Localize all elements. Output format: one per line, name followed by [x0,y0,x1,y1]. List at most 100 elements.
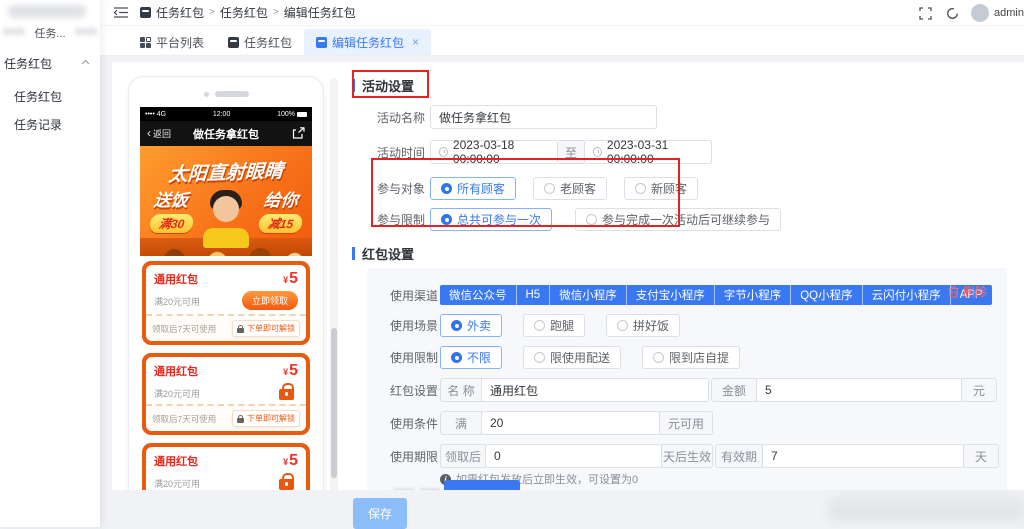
activity-name-label: 活动名称 [352,109,425,126]
radio-icon [451,320,462,331]
phone-screen: •••• 4G 12:00 100% 做任务拿红包 ‹ 返回 [140,107,312,490]
phone-preview: •••• 4G 12:00 100% 做任务拿红包 ‹ 返回 [128,76,324,490]
target-option-老顾客[interactable]: 老顾客 [533,177,607,200]
condition-input[interactable]: 20 [482,411,659,435]
breadcrumb: 任务红包>任务红包>编辑任务红包 [140,4,356,21]
preview-scrollbar[interactable] [330,78,338,490]
radio-icon [534,320,545,331]
tab-编辑任务红包[interactable]: 编辑任务红包× [304,29,431,55]
radio-icon [441,183,452,194]
fullscreen-icon[interactable] [919,7,932,20]
channel-button-QQ小程序[interactable]: QQ小程序 [791,285,862,305]
save-button[interactable]: 保存 [353,498,407,529]
channel-button-字节小程序[interactable]: 字节小程序 [715,285,792,305]
tab-任务红包[interactable]: 任务红包 [216,29,304,55]
radio-label: 外卖 [467,317,491,334]
channel-button-微信公众号[interactable]: 微信公众号 [440,285,517,305]
restrict-option-限使用配送[interactable]: 限使用配送 [523,346,621,369]
breadcrumb-item[interactable]: 编辑任务红包 [284,4,356,21]
restrict-option-限到店自提[interactable]: 限到店自提 [642,346,740,369]
limit-option-总共可参与一次[interactable]: 总共可参与一次 [430,208,552,231]
edit-form: 活动设置 活动名称 做任务拿红包 活动时间 2023-03-18 00:00:0… [352,76,1012,490]
radio-label: 限到店自提 [669,349,729,366]
limit-option-参与完成一次活动后可继续参与[interactable]: 参与完成一次活动后可继续参与 [575,208,781,231]
channel-button-支付宝小程序[interactable]: 支付宝小程序 [627,285,715,305]
phone-speaker [140,87,312,101]
coupon-bottom: 领取后7天可使用下单即可解锁 [146,314,306,341]
target-option-所有顾客[interactable]: 所有顾客 [430,177,516,200]
clock-icon [439,147,448,157]
grid-icon [140,37,151,48]
sidebar-item-任务红包[interactable]: 任务红包 [0,82,100,110]
collapse-sidebar-icon[interactable] [114,7,128,18]
coupon-amount: ¥5 [283,363,298,380]
coupon-bottom: 领取后7天可使用下单即可解锁 [146,404,306,431]
breadcrumb-item[interactable]: 任务红包 [156,4,204,21]
packet-name-addon: 名 称 [440,378,482,402]
restrict-option-不限[interactable]: 不限 [440,346,502,369]
period-days-input[interactable]: 0 [486,444,661,468]
radio-label: 老顾客 [560,180,596,197]
scene-option-拼好饭[interactable]: 拼好饭 [606,314,680,337]
currency-symbol: ¥ [283,275,288,285]
radio-label: 不限 [467,349,491,366]
amount-input[interactable]: 5 [757,378,961,402]
radio-icon [544,183,555,194]
coupon-left: 通用红包满20元可用 [154,271,200,310]
channel-button-云闪付小程序[interactable]: 云闪付小程序 [863,285,951,305]
close-tab-icon[interactable]: × [412,35,419,49]
clipped-blue-button[interactable] [444,480,520,490]
coupon-condition: 满20元可用 [154,387,200,400]
radio-label: 参与完成一次活动后可继续参与 [602,211,770,228]
channel-label: 使用渠道 [367,287,438,304]
coupon-name: 通用红包 [154,453,200,469]
radio-icon [635,183,646,194]
validity-input[interactable]: 7 [763,444,963,468]
period-note: i 如需红包发放后立即生效，可设置为0 [440,471,1007,487]
unlock-badge-label: 下单即可解锁 [247,323,295,334]
coupon-left: 通用红包满20元可用 [154,453,200,490]
radio-label: 跑腿 [550,317,574,334]
phone-status-bar: •••• 4G 12:00 100% [140,107,312,121]
battery-icon [297,112,307,117]
sidebar-item-任务记录[interactable]: 任务记录 [0,110,100,138]
coupon-top: 通用红包满20元可用 ¥5立即领取 [146,265,306,314]
user-avatar[interactable] [971,4,989,22]
coupon-name: 通用红包 [154,363,200,379]
red-packet-icon [228,37,239,48]
channel-button-H5[interactable]: H5 [517,285,551,305]
condition-addon: 满 [440,411,482,435]
channel-button-微信小程序[interactable]: 微信小程序 [550,285,627,305]
delete-button[interactable]: 删除 [948,283,987,300]
banner-person-photo [199,190,253,248]
activity-name-input[interactable]: 做任务拿红包 [430,105,657,129]
target-option-新顾客[interactable]: 新顾客 [624,177,698,200]
start-time-input[interactable]: 2023-03-18 00:00:00 [430,140,558,164]
coupon-left: 通用红包满20元可用 [154,363,200,400]
condition-unit: 元可用 [659,411,713,435]
scene-option-外卖[interactable]: 外卖 [440,314,502,337]
claim-button[interactable]: 立即领取 [242,291,298,310]
end-time-input[interactable]: 2023-03-31 00:00:00 [584,140,712,164]
channel-group: 微信公众号H5微信小程序支付宝小程序字节小程序QQ小程序云闪付小程序APP [440,285,992,305]
validity-addon: 有效期 [715,444,763,468]
share-icon[interactable] [292,127,305,139]
sidebar-group-task-redpacket[interactable]: 任务红包 [0,50,100,76]
scene-option-跑腿[interactable]: 跑腿 [523,314,585,337]
target-label: 参与对象 [352,180,425,197]
radio-icon [534,352,545,363]
period-label: 使用期限 [367,448,438,465]
clipped-form-row [367,480,520,490]
breadcrumb-item[interactable]: 任务红包 [220,4,268,21]
scene-label: 使用场景 [367,317,438,334]
breadcrumb-separator: > [209,7,215,18]
packet-name-input[interactable]: 通用红包 [482,378,709,402]
time-separator: 至 [558,140,584,164]
tab-label: 任务红包 [244,34,292,51]
refresh-icon[interactable] [946,7,959,20]
tab-平台列表[interactable]: 平台列表 [128,29,216,55]
scrollbar-thumb[interactable] [331,328,337,478]
coupon-right: ¥5立即领取 [242,271,298,310]
coupon-top: 通用红包满20元可用¥5 [146,447,306,490]
period-addon-after: 领取后 [440,444,486,468]
